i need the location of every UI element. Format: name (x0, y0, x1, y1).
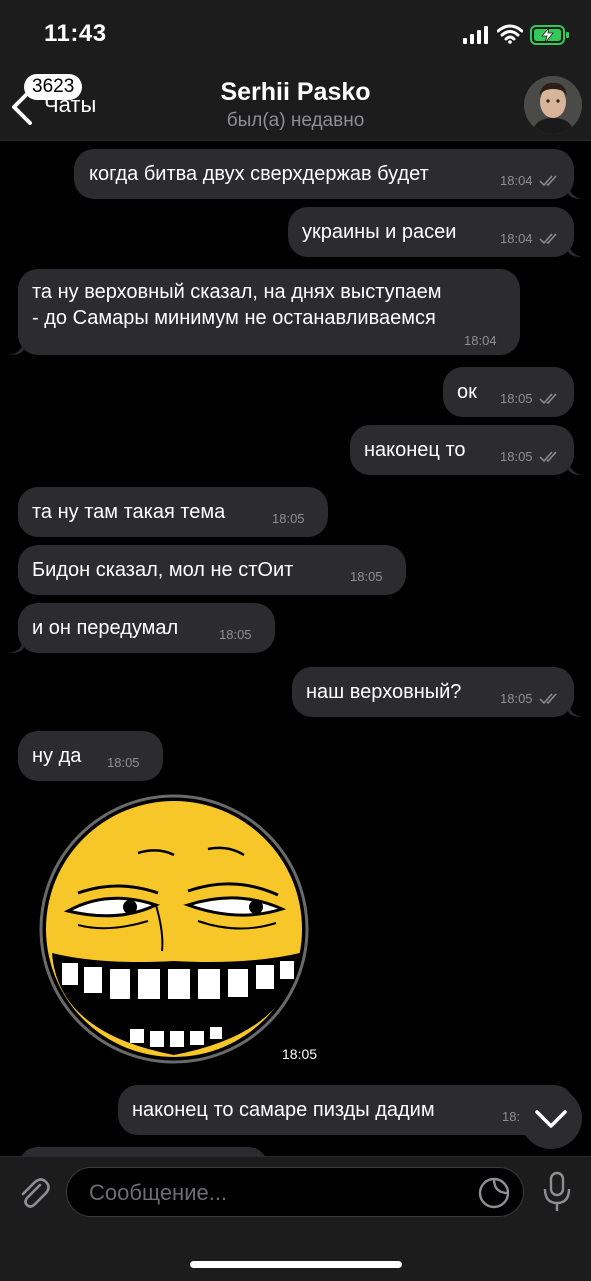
message-text: когда битва двух сверхдержав будет (89, 163, 429, 185)
bubble-tail (568, 187, 582, 199)
message-text: украины и расеи (302, 221, 457, 243)
message-time: 18:05 (500, 449, 533, 464)
avatar[interactable] (524, 76, 582, 134)
double-check-icon (539, 393, 557, 405)
cellular-signal-icon (463, 26, 488, 44)
status-time: 11:43 (44, 20, 107, 47)
message-text: ок (457, 381, 477, 403)
bubble-tail (10, 641, 24, 653)
scroll-to-bottom-button[interactable] (520, 1087, 582, 1149)
chevron-down-icon (535, 1110, 567, 1128)
message-text: и он передумал (32, 617, 179, 639)
sticker-time: 18:05 (282, 1046, 318, 1062)
double-check-icon (539, 175, 557, 187)
message-time: 18:05 (500, 691, 533, 706)
message-bubble-incoming[interactable]: та ну там такая тема 18:05 (18, 487, 328, 537)
message-input[interactable]: Сообщение... (66, 1167, 524, 1217)
message-bubble-outgoing[interactable]: наконец то самаре пизды дадим 18: (118, 1085, 574, 1135)
double-check-icon (539, 451, 557, 463)
chat-status: был(а) недавно (226, 110, 365, 131)
bubble-tail (10, 343, 24, 355)
message-time: 18:05 (350, 569, 383, 584)
message-bubble-incoming[interactable]: Бидон сказал, мол не стОит 18:05 (18, 545, 406, 595)
message-text: та ну там такая тема (32, 501, 226, 523)
message-text: наш верховный? (306, 681, 462, 703)
double-check-icon (539, 233, 557, 245)
message-bubble-outgoing[interactable]: наш верховный? 18:05 (292, 667, 574, 717)
message-time: 18:04 (464, 333, 497, 348)
chat-header: Чаты 3623 Serhii Pasko был(а) недавно (0, 70, 591, 141)
bubble-tail (568, 463, 582, 475)
double-check-icon (539, 693, 557, 705)
message-bubble-outgoing[interactable]: когда битва двух сверхдержав будет 18:04 (74, 149, 574, 199)
sticker-icon[interactable] (477, 1176, 511, 1210)
bubble-tail (568, 245, 582, 257)
message-time: 18:04 (500, 231, 533, 246)
wifi-icon (497, 24, 523, 44)
message-text: наконец то самаре пизды дадим (132, 1099, 435, 1121)
chat-title[interactable]: Serhii Pasko (0, 78, 591, 107)
message-bubble-incoming[interactable] (18, 1147, 268, 1156)
bubble-tail (568, 705, 582, 717)
message-time: 18:04 (500, 173, 533, 188)
message-text: та ну верховный сказал, на днях выступае… (32, 281, 442, 303)
message-time: 18:05 (107, 755, 140, 770)
message-time: 18: (502, 1109, 521, 1124)
message-bubble-incoming[interactable]: та ну верховный сказал, на днях выступае… (18, 269, 520, 355)
troll-face-sticker[interactable] (38, 793, 310, 1065)
message-bubble-incoming[interactable]: ну да 18:05 (18, 731, 163, 781)
message-time: 18:05 (272, 511, 305, 526)
battery-charging-icon (530, 25, 569, 45)
message-bubble-outgoing[interactable]: наконец то 18:05 (350, 425, 574, 475)
microphone-icon[interactable] (540, 1171, 574, 1213)
paperclip-icon[interactable] (14, 1173, 54, 1213)
message-bubble-incoming[interactable]: и он передумал 18:05 (18, 603, 275, 653)
message-text: наконец то (364, 439, 466, 461)
message-text-line2: - до Самары минимум не останавливаемся (32, 307, 436, 329)
message-time: 18:05 (219, 627, 252, 642)
status-bar: 11:43 (0, 0, 591, 70)
message-text: Бидон сказал, мол не стОит (32, 559, 294, 581)
message-text: ну да (32, 745, 82, 767)
home-indicator[interactable] (190, 1261, 402, 1268)
message-bubble-outgoing[interactable]: ок 18:05 (443, 367, 574, 417)
message-input-placeholder: Сообщение... (89, 1180, 228, 1205)
message-bubble-outgoing[interactable]: украины и расеи 18:04 (288, 207, 574, 257)
message-list[interactable]: когда битва двух сверхдержав будет 18:04… (0, 141, 591, 1156)
message-time: 18:05 (500, 391, 533, 406)
